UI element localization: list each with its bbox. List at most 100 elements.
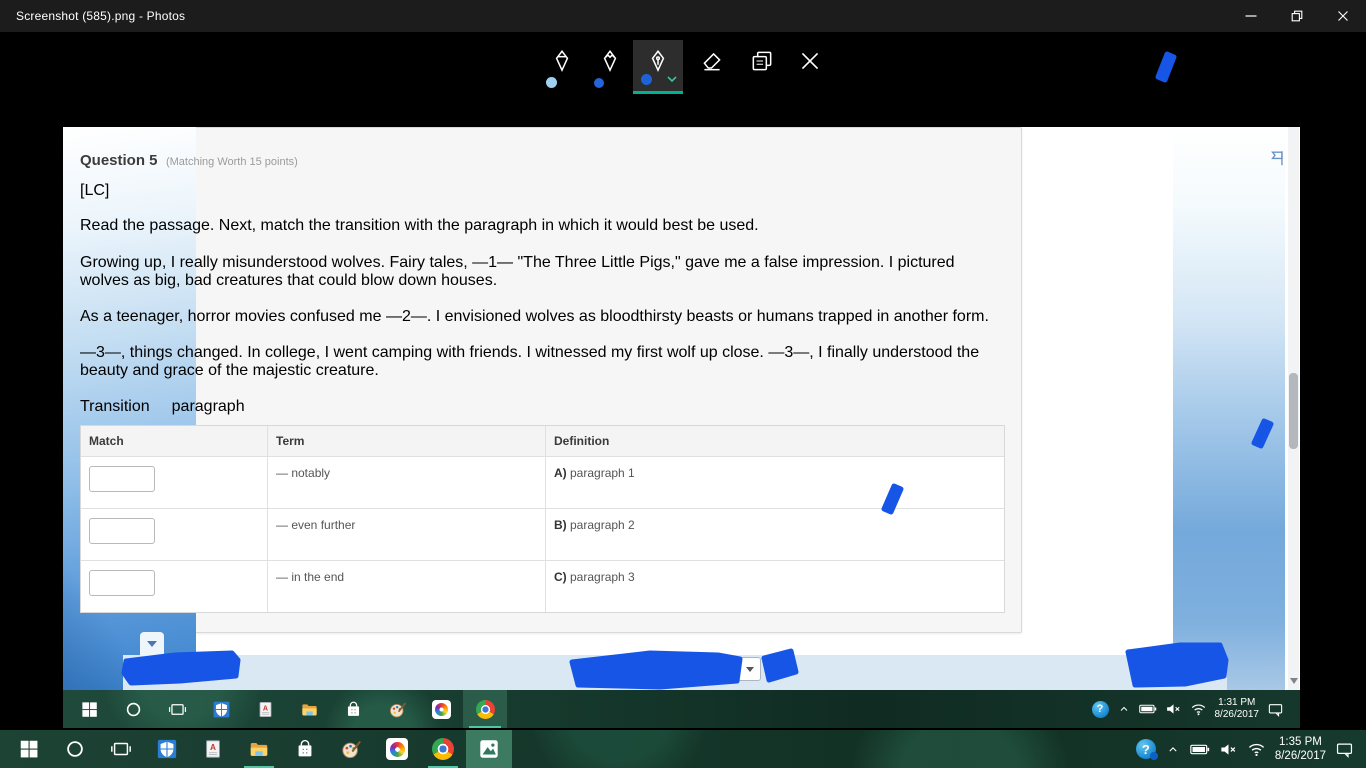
question-instruction: Read the passage. Next, match the transi… — [80, 217, 759, 234]
chrome-button[interactable] — [463, 690, 507, 728]
defender-shield-icon — [157, 739, 177, 759]
header-term: Term — [267, 426, 545, 456]
hidden-icons-chevron[interactable] — [1117, 703, 1131, 715]
close-button[interactable] — [1320, 0, 1366, 32]
cortana-button[interactable] — [52, 730, 98, 768]
restore-button[interactable] — [1274, 0, 1320, 32]
match-input[interactable] — [89, 518, 155, 544]
viewed-screenshot-image: Question 5 (Matching Worth 15 points) [L… — [63, 127, 1300, 728]
paragraph-label: paragraph — [171, 398, 245, 415]
matching-table: Match Term Definition — notably A) parag… — [80, 425, 1005, 613]
term-cell: — even further — [267, 509, 545, 560]
folder-icon — [301, 703, 317, 715]
task-view-button[interactable] — [155, 690, 199, 728]
ink-toolbar — [528, 40, 828, 94]
wifi-icon[interactable] — [1247, 741, 1266, 757]
collapse-tab-button[interactable] — [140, 632, 164, 656]
store-button[interactable] — [331, 690, 375, 728]
term-cell: — notably — [267, 457, 545, 508]
svg-text:A: A — [210, 743, 216, 752]
defender-shield-icon — [213, 701, 229, 717]
start-button[interactable] — [6, 730, 52, 768]
ballpoint-pen-button[interactable] — [538, 40, 586, 94]
term-cell: — in the end — [267, 561, 545, 612]
volume-muted-icon[interactable] — [1165, 702, 1182, 716]
pencil-button[interactable] — [586, 40, 634, 94]
task-view-button[interactable] — [98, 730, 144, 768]
windows-start-icon — [20, 740, 38, 758]
action-center-icon[interactable] — [1267, 702, 1284, 717]
help-tray-icon[interactable]: ? — [1091, 700, 1109, 718]
color-circle-app-icon — [431, 699, 451, 719]
definition-text: paragraph 2 — [566, 518, 635, 532]
action-center-icon[interactable] — [1335, 741, 1354, 758]
exit-ink-button[interactable] — [786, 40, 834, 94]
question-card: Question 5 (Matching Worth 15 points) [L… — [63, 127, 1283, 633]
start-button[interactable] — [67, 690, 111, 728]
calligraphy-pen-button[interactable] — [633, 40, 683, 94]
document-app-button[interactable]: A — [243, 690, 287, 728]
file-explorer-button[interactable] — [236, 730, 282, 768]
photos-title-bar: Screenshot (585).png - Photos — [0, 0, 1366, 32]
match-input[interactable] — [89, 466, 155, 492]
caret-down-icon — [147, 641, 157, 647]
store-button[interactable] — [282, 730, 328, 768]
flag-icon[interactable] — [1268, 149, 1286, 167]
question-mark: ? — [1096, 703, 1104, 715]
passage-paragraph: —3—, things changed. In college, I went … — [80, 344, 980, 379]
bottom-dropdown[interactable] — [645, 657, 761, 681]
windows-start-icon — [81, 701, 97, 717]
chrome-button[interactable] — [420, 730, 466, 768]
save-copy-button[interactable] — [738, 40, 786, 94]
task-view-icon — [168, 703, 186, 715]
taskbar-apps: A — [0, 730, 512, 768]
inner-clock-time: 1:31 PM — [1218, 696, 1256, 708]
system-tray: ? 1:35 PM 8/26/2017 — [1135, 730, 1366, 768]
document-app-button[interactable]: A — [190, 730, 236, 768]
definition-letter: B) — [554, 518, 567, 532]
paint-palette-icon — [342, 741, 361, 759]
chrome-icon — [432, 738, 454, 760]
match-input[interactable] — [89, 570, 155, 596]
table-row: — in the end C) paragraph 3 — [81, 560, 1004, 612]
defender-button[interactable] — [199, 690, 243, 728]
battery-icon[interactable] — [1190, 742, 1210, 757]
battery-icon[interactable] — [1138, 702, 1157, 716]
scrollbar-down-arrow[interactable] — [1290, 678, 1298, 684]
pen-color-dot — [641, 74, 652, 85]
chrome-icon — [475, 699, 495, 719]
volume-muted-icon[interactable] — [1219, 742, 1238, 757]
inner-clock[interactable]: 1:31 PM 8/26/2017 — [1215, 697, 1260, 722]
definition-letter: A) — [554, 466, 567, 480]
wifi-icon[interactable] — [1190, 702, 1207, 716]
paint-button[interactable] — [328, 730, 374, 768]
chevron-down-icon[interactable] — [667, 75, 677, 83]
page-gradient-right — [1173, 127, 1285, 690]
file-explorer-button[interactable] — [287, 690, 331, 728]
clock-date: 8/26/2017 — [1274, 750, 1326, 762]
paint-button[interactable] — [375, 690, 419, 728]
color-circle-app-button[interactable] — [419, 690, 463, 728]
windows-taskbar: A ? 1:35 PM 8/26/2017 — [0, 730, 1366, 768]
photos-app-icon — [480, 740, 498, 758]
eraser-button[interactable] — [688, 40, 736, 94]
task-view-icon — [111, 742, 131, 756]
table-row: — notably A) paragraph 1 — [81, 456, 1004, 508]
cortana-button[interactable] — [111, 690, 155, 728]
color-circle-app-button[interactable] — [374, 730, 420, 768]
hidden-icons-chevron[interactable] — [1165, 743, 1181, 756]
help-tray-icon[interactable]: ? — [1135, 739, 1158, 760]
table-row: — even further B) paragraph 2 — [81, 508, 1004, 560]
definition-letter: C) — [554, 570, 567, 584]
definition-text: paragraph 3 — [566, 570, 635, 584]
inner-taskbar: A ? 1:31 PM 8/26/2017 — [63, 690, 1300, 728]
store-bag-icon — [298, 739, 312, 757]
photos-app-button[interactable] — [466, 730, 512, 768]
page-scrollbar-thumb[interactable] — [1289, 373, 1298, 449]
header-match: Match — [89, 434, 124, 448]
document-a-icon: A — [259, 701, 271, 717]
minimize-button[interactable] — [1228, 0, 1274, 32]
defender-button[interactable] — [144, 730, 190, 768]
ballpoint-pen-icon — [555, 50, 569, 73]
taskbar-clock[interactable]: 1:35 PM 8/26/2017 — [1275, 735, 1326, 764]
